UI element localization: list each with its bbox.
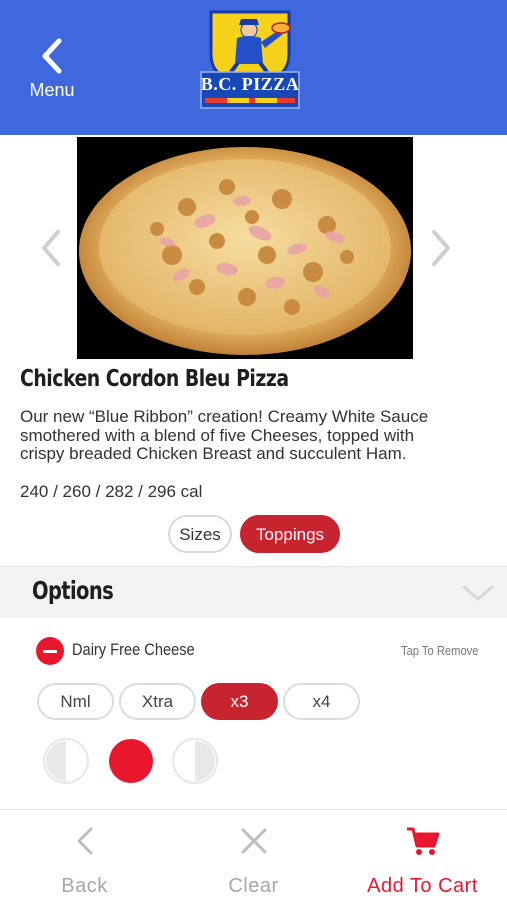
tap-to-remove-hint[interactable]: Tap To Remove (401, 643, 478, 658)
product-title: Chicken Cordon Bleu Pizza (20, 366, 289, 392)
left-half-icon (43, 738, 89, 784)
pizza-photo (79, 147, 411, 355)
chevron-left-icon (77, 827, 92, 855)
close-icon (241, 828, 266, 854)
amount-xtra-button[interactable]: Xtra (119, 683, 196, 720)
whole-portion-button[interactable] (107, 737, 155, 785)
chevron-left-icon (42, 230, 60, 266)
options-header[interactable]: Options (0, 566, 507, 618)
amount-nml-button[interactable]: Nml (37, 683, 114, 720)
right-half-portion-button[interactable] (171, 737, 219, 785)
back-label: Back (61, 875, 108, 897)
add-to-cart-button[interactable]: Add To Cart (338, 810, 507, 900)
menu-label: Menu (29, 80, 75, 100)
add-to-cart-label: Add To Cart (367, 875, 478, 897)
tab-toppings[interactable]: Toppings (240, 515, 340, 553)
topping-name: Dairy Free Cheese (72, 640, 195, 659)
remove-topping-icon[interactable] (36, 637, 64, 665)
amount-x4-button[interactable]: x4 (283, 683, 360, 720)
chevron-right-icon (432, 230, 450, 266)
back-button[interactable]: Back (0, 810, 169, 900)
chevron-left-icon (42, 38, 62, 74)
clear-button[interactable]: Clear (169, 810, 338, 900)
amount-x3-button[interactable]: x3 (201, 683, 278, 720)
bc-pizza-logo: B.C. PIZZA (197, 8, 303, 112)
previous-image-button[interactable] (36, 228, 66, 268)
logo-badge (200, 10, 300, 109)
chevron-down-icon (462, 585, 494, 601)
left-half-portion-button[interactable] (42, 737, 90, 785)
product-description: Our new “Blue Ribbon” creation! Creamy W… (20, 407, 429, 463)
product-image (77, 137, 413, 359)
right-half-icon (172, 738, 218, 784)
menu-back-button[interactable]: Menu (22, 38, 82, 108)
next-image-button[interactable] (426, 228, 456, 268)
logo-text: B.C. PIZZA (200, 74, 300, 94)
options-title: Options (32, 576, 114, 605)
whole-circle-icon (109, 739, 153, 783)
bottom-toolbar: Back Clear Add To Cart (0, 809, 507, 900)
tab-sizes[interactable]: Sizes (168, 515, 232, 553)
shopping-cart-icon (406, 827, 439, 855)
app-header: Menu B.C. PIZZA (0, 0, 507, 135)
clear-label: Clear (228, 875, 279, 897)
product-calories: 240 / 260 / 282 / 296 cal (20, 482, 203, 501)
